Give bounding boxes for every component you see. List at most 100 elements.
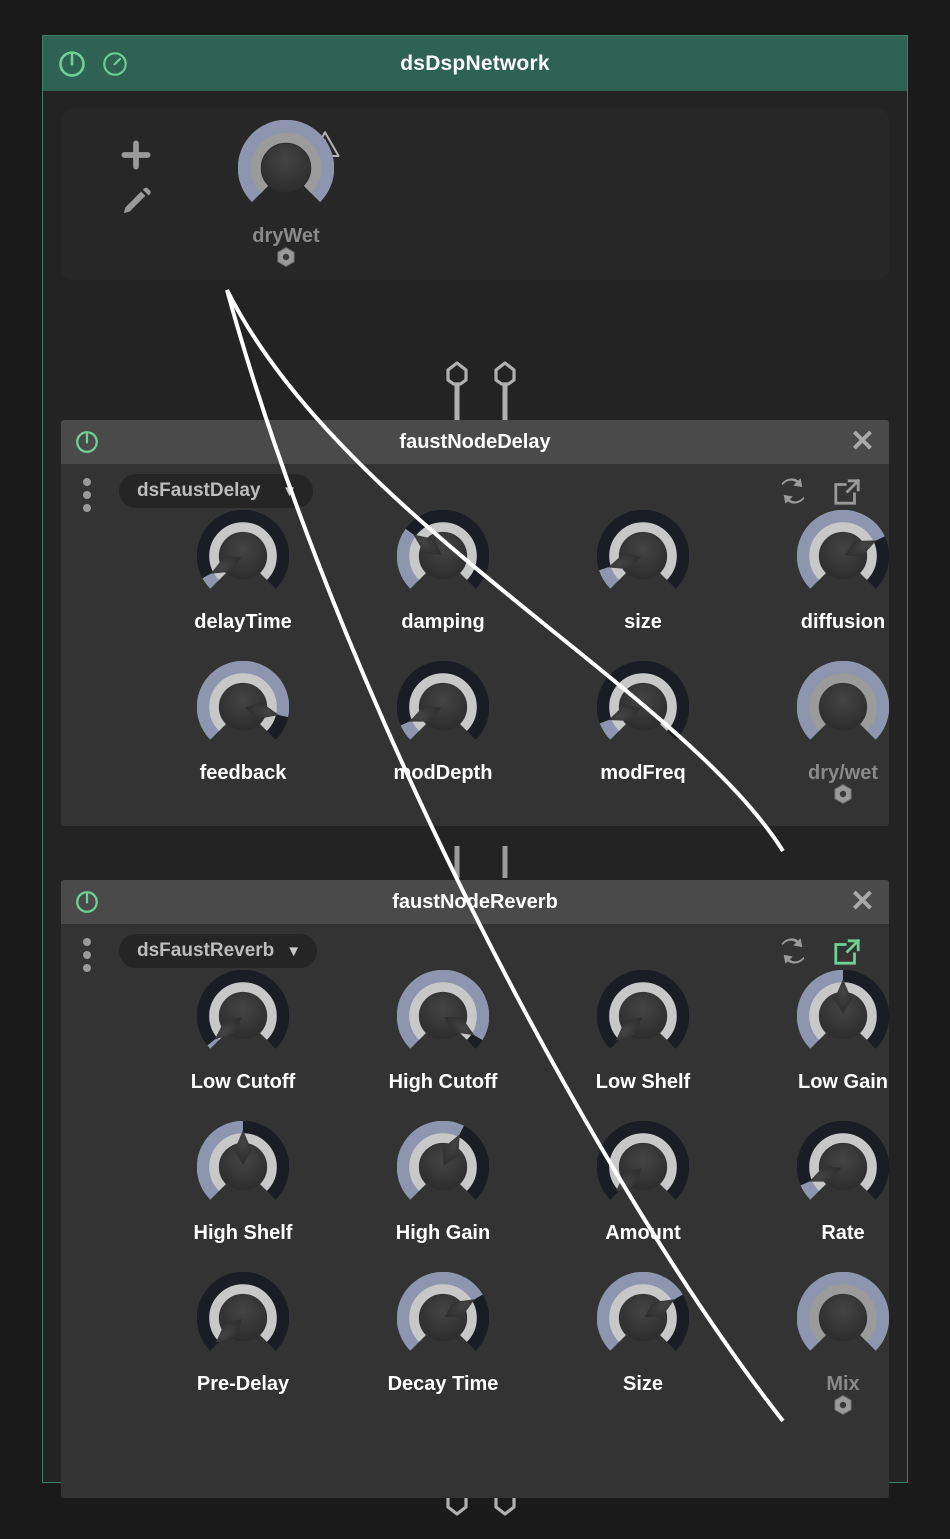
plus-icon[interactable] [116, 135, 156, 180]
knob-label: feedback [199, 762, 287, 784]
knob-diffusion[interactable]: diffusion [769, 509, 889, 634]
knob-dial[interactable] [396, 660, 490, 753]
knob-dial[interactable] [796, 509, 889, 602]
power-icon[interactable] [74, 429, 100, 455]
knob-dial[interactable] [596, 969, 690, 1062]
audio-input-arrow-up-icon[interactable] [444, 361, 470, 423]
knob-damping[interactable]: damping [369, 509, 517, 634]
knob-label: Mix [826, 1373, 860, 1395]
knob-size[interactable]: Size [569, 1271, 717, 1396]
knob-label: Low Gain [798, 1071, 888, 1093]
io-top-in-2[interactable] [492, 361, 518, 428]
node-title: faustNodeReverb [392, 890, 558, 913]
knob-dial[interactable] [396, 1120, 490, 1213]
knob-modulation-port[interactable] [832, 783, 854, 810]
plugin-select-reverb[interactable]: dsFaustReverb ▼ [119, 934, 318, 968]
knob-dial[interactable] [196, 1120, 290, 1213]
knob-label: Decay Time [387, 1373, 499, 1395]
page-title: dsDspNetwork [400, 51, 550, 75]
knob-dial[interactable] [596, 509, 690, 602]
knob-dial[interactable] [396, 1271, 490, 1364]
knob-modulation-port[interactable] [832, 1394, 854, 1421]
audio-link-icon[interactable] [444, 846, 470, 878]
knob-dial[interactable] [396, 509, 490, 602]
knob-label: size [624, 611, 662, 633]
plugin-select-delay[interactable]: dsFaustDelay ▼ [119, 474, 313, 508]
knob-dial[interactable] [796, 1120, 889, 1213]
plugin-select-value: dsFaustDelay [137, 480, 261, 501]
swap-arrows-icon[interactable] [777, 936, 809, 966]
knob-dial[interactable] [196, 1271, 290, 1364]
knob-label: High Gain [395, 1222, 491, 1244]
open-external-icon[interactable] [831, 936, 863, 968]
power-icon[interactable] [74, 889, 100, 915]
modulation-port-icon[interactable] [275, 246, 297, 268]
swap-plugin-button[interactable] [777, 936, 809, 971]
knob-dry-wet[interactable]: dry/wet [769, 660, 889, 804]
pencil-icon[interactable] [119, 184, 153, 223]
knob-low-gain[interactable]: Low Gain [769, 969, 889, 1094]
knob-low-cutoff[interactable]: Low Cutoff [169, 969, 317, 1094]
dsp-network-window: dsDspNetwork dryWet faustNodeDelay ✕ dsF… [42, 35, 908, 1516]
node-close-button[interactable]: ✕ [850, 887, 875, 917]
knob-feedback[interactable]: feedback [169, 660, 317, 785]
modulation-port-icon[interactable] [832, 1394, 854, 1416]
swap-plugin-button[interactable] [777, 476, 809, 511]
io-mid-2[interactable] [492, 846, 518, 883]
node-panel-reverb: faustNodeReverb ✕ dsFaustReverb ▼ Low Cu… [61, 880, 889, 1498]
knob-high-gain[interactable]: High Gain [369, 1120, 517, 1245]
knob-modulation-port[interactable] [275, 246, 297, 273]
node-panel-delay: faustNodeDelay ✕ dsFaustDelay ▼ delayTim… [61, 420, 889, 826]
io-mid-1[interactable] [444, 846, 470, 883]
knob-dial[interactable] [237, 119, 335, 216]
knob-modfreq[interactable]: modFreq [569, 660, 717, 785]
knob-label: dryWet [252, 225, 320, 247]
knob-dial[interactable] [196, 969, 290, 1062]
knob-label: Low Cutoff [190, 1071, 296, 1093]
modulation-port-icon[interactable] [832, 783, 854, 805]
swap-arrows-icon[interactable] [777, 476, 809, 506]
knob-pre-delay[interactable]: Pre-Delay [169, 1271, 317, 1396]
power-icon[interactable] [57, 49, 87, 79]
knob-low-shelf[interactable]: Low Shelf [569, 969, 717, 1094]
node-power-button[interactable] [74, 429, 100, 455]
knob-dial[interactable] [596, 1120, 690, 1213]
knob-dial[interactable] [396, 969, 490, 1062]
audio-link-icon[interactable] [492, 846, 518, 878]
knob-dial[interactable] [196, 509, 290, 602]
knob-dial[interactable] [796, 969, 889, 1062]
chevron-down-icon: ▼ [282, 482, 297, 500]
knob-dial[interactable] [796, 660, 889, 753]
knob-amount[interactable]: Amount [569, 1120, 717, 1245]
node-power-button[interactable] [74, 889, 100, 915]
audio-input-arrow-up-icon[interactable] [492, 361, 518, 423]
knob-high-shelf[interactable]: High Shelf [169, 1120, 317, 1245]
knob-high-cutoff[interactable]: High Cutoff [369, 969, 517, 1094]
node-close-button[interactable]: ✕ [850, 427, 875, 457]
open-external-icon[interactable] [831, 476, 863, 508]
knob-dial[interactable] [596, 1271, 690, 1364]
network-params-strip: dryWet [61, 108, 889, 280]
io-top-in-1[interactable] [444, 361, 470, 428]
open-editor-button[interactable] [831, 476, 863, 513]
three-dots-vertical-icon[interactable] [83, 478, 91, 512]
knob-rate[interactable]: Rate [769, 1120, 889, 1245]
knob-drywet[interactable]: dryWet [206, 119, 366, 267]
knob-label: High Cutoff [388, 1071, 498, 1093]
chevron-down-icon: ▼ [286, 942, 302, 960]
node-body-delay: dsFaustDelay ▼ delayTime damping size di… [61, 464, 889, 826]
knob-label: damping [401, 611, 485, 633]
open-editor-button[interactable] [831, 936, 863, 973]
knob-moddepth[interactable]: modDepth [369, 660, 517, 785]
knob-dial[interactable] [196, 660, 290, 753]
knob-size[interactable]: size [569, 509, 717, 634]
node-body-reverb: dsFaustReverb ▼ Low Cutoff High Cutoff L… [61, 924, 889, 1498]
knob-dial[interactable] [596, 660, 690, 753]
knob-delaytime[interactable]: delayTime [169, 509, 317, 634]
network-canvas: dryWet faustNodeDelay ✕ dsFaustDelay ▼ d… [43, 91, 907, 1516]
bypass-circle-icon[interactable] [101, 50, 129, 78]
knob-mix[interactable]: Mix [769, 1271, 889, 1415]
three-dots-vertical-icon[interactable] [83, 938, 91, 972]
knob-dial[interactable] [796, 1271, 889, 1364]
knob-decay-time[interactable]: Decay Time [369, 1271, 517, 1396]
